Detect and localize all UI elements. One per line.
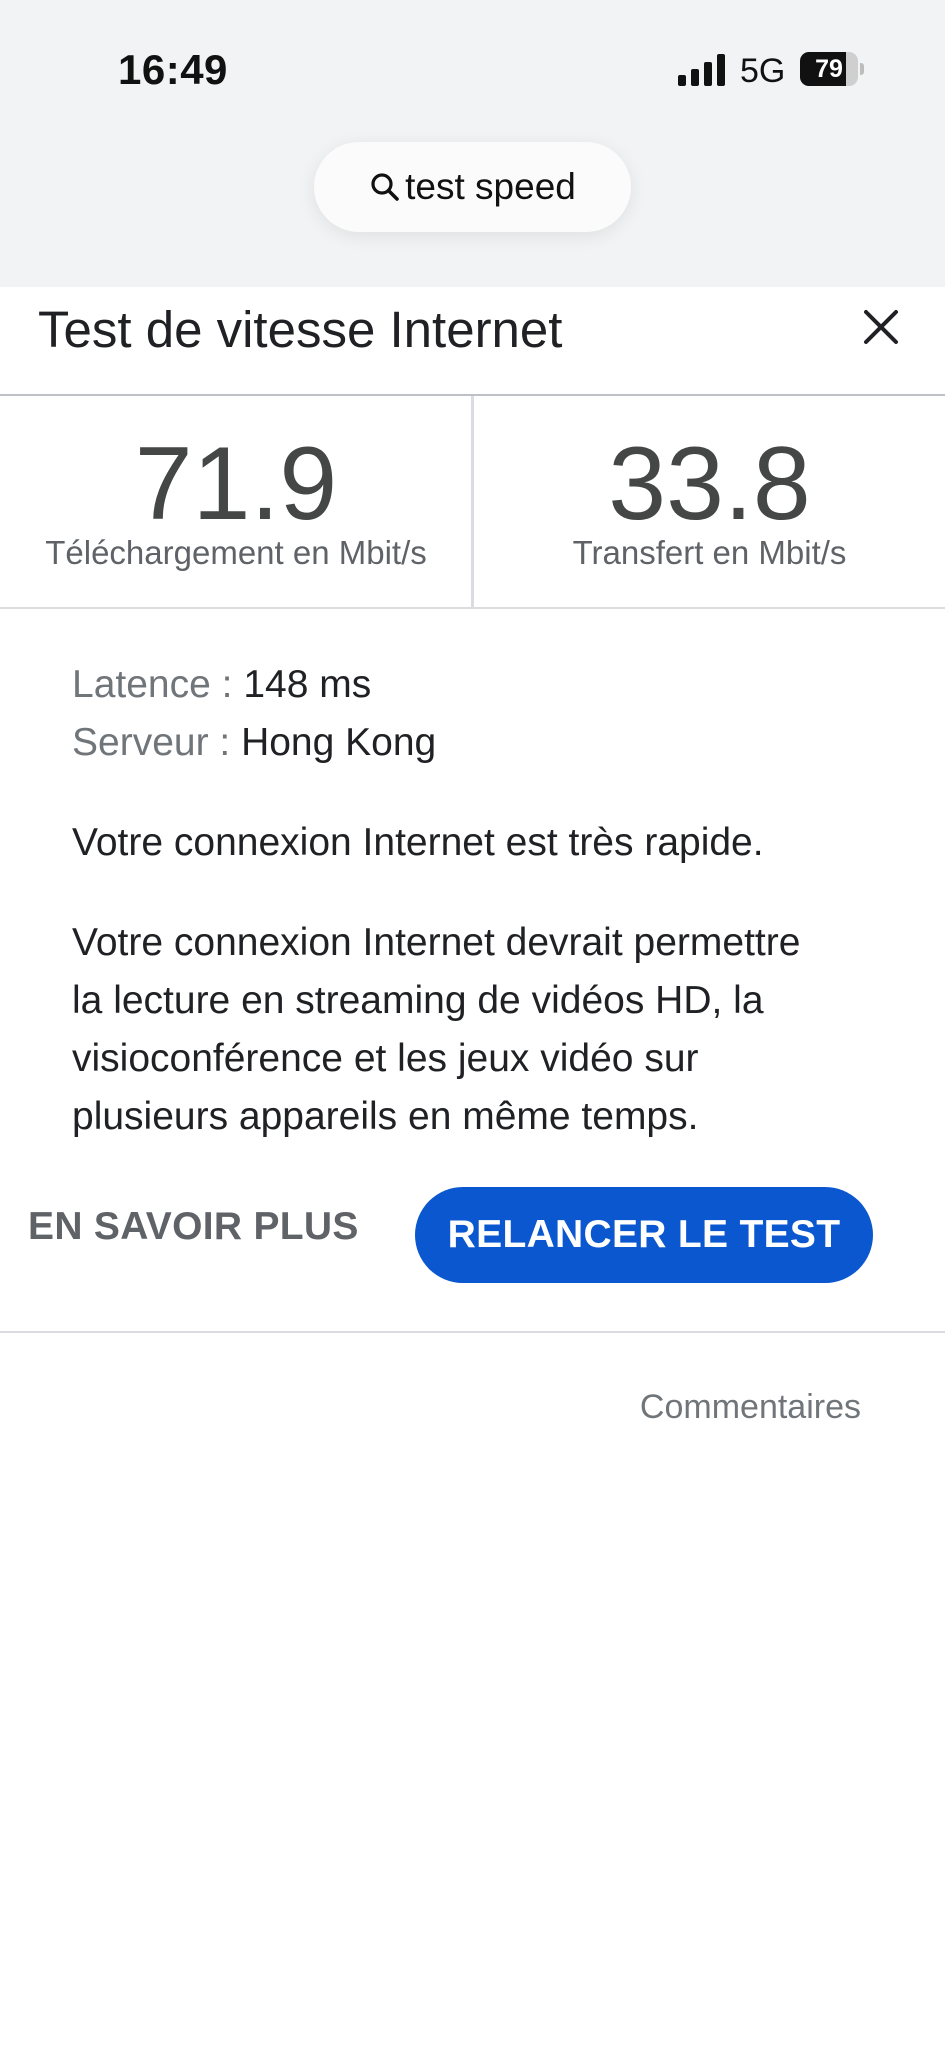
- battery-icon: 79: [800, 52, 864, 86]
- download-label: Téléchargement en Mbit/s: [45, 534, 427, 571]
- status-time: 16:49: [118, 46, 228, 93]
- latency-line: Latence : 148 ms: [72, 663, 371, 707]
- search-pill[interactable]: test speed: [314, 142, 631, 232]
- bottom-divider: [0, 1331, 945, 1333]
- description-line: la lecture en streaming de vidéos HD, la: [72, 979, 764, 1022]
- cellular-signal-icon: [678, 54, 725, 86]
- battery-level: 79: [815, 55, 843, 83]
- search-icon: [371, 173, 399, 201]
- speed-description: Votre connexion Internet devrait permett…: [72, 914, 892, 1146]
- results-divider: [0, 607, 945, 609]
- download-result: 71.9 Téléchargement en Mbit/s: [0, 396, 472, 608]
- search-query: test speed: [405, 166, 576, 207]
- latency-value: 148 ms: [243, 663, 372, 706]
- server-value: Hong Kong: [241, 721, 437, 764]
- server-line: Serveur : Hong Kong: [72, 721, 436, 765]
- upload-label: Transfert en Mbit/s: [572, 534, 847, 571]
- battery-tip: [860, 63, 864, 75]
- status-bar: 16:49 5G 79: [0, 0, 945, 140]
- feedback-link[interactable]: Commentaires: [640, 1388, 861, 1427]
- battery-body: 79: [800, 52, 858, 86]
- learn-more-link[interactable]: EN SAVOIR PLUS: [28, 1205, 359, 1249]
- page-title: Test de vitesse Internet: [38, 301, 563, 358]
- speed-summary: Votre connexion Internet est très rapide…: [72, 821, 764, 864]
- network-type: 5G: [740, 52, 786, 90]
- upload-value: 33.8: [608, 426, 811, 542]
- upload-result: 33.8 Transfert en Mbit/s: [474, 396, 945, 608]
- close-icon[interactable]: [856, 302, 906, 352]
- description-line: visioconférence et les jeux vidéo sur: [72, 1037, 699, 1080]
- description-line: plusieurs appareils en même temps.: [72, 1095, 699, 1138]
- latency-key: Latence :: [72, 663, 233, 706]
- rerun-test-button[interactable]: RELANCER LE TEST: [415, 1187, 873, 1283]
- description-line: Votre connexion Internet devrait permett…: [72, 921, 801, 964]
- download-value: 71.9: [134, 426, 338, 542]
- server-key: Serveur :: [72, 721, 231, 764]
